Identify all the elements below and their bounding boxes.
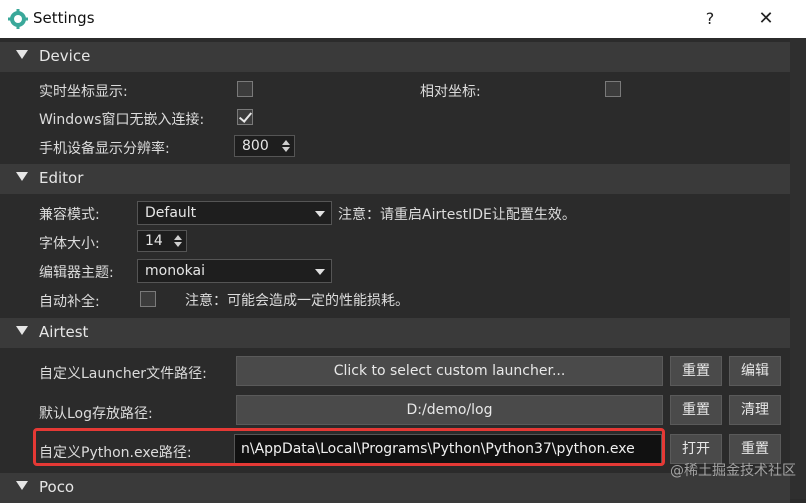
compat-mode-select[interactable]: Default [137, 201, 332, 225]
relative-coords-checkbox[interactable] [605, 81, 621, 97]
realtime-coords-label: 实时坐标显示: [39, 84, 128, 100]
select-launcher-button[interactable]: Click to select custom launcher... [236, 356, 663, 386]
resolution-spinbox[interactable]: 800 [234, 135, 295, 157]
windows-no-embed-checkbox[interactable] [237, 109, 253, 125]
theme-label: 编辑器主题: [39, 265, 114, 281]
spin-down-icon[interactable] [282, 147, 290, 152]
compat-mode-value: Default [145, 205, 197, 221]
font-size-label: 字体大小: [39, 236, 100, 252]
theme-select[interactable]: monokai [137, 259, 332, 283]
collapse-arrow-icon [16, 481, 28, 490]
collapse-arrow-icon [16, 172, 28, 181]
settings-gear-icon [8, 9, 28, 29]
chevron-down-icon [315, 269, 325, 275]
autocomplete-label: 自动补全: [39, 294, 100, 310]
log-reset-button[interactable]: 重置 [670, 395, 722, 425]
launcher-reset-button[interactable]: 重置 [670, 356, 722, 386]
relative-coords-label: 相对坐标: [420, 84, 481, 100]
section-title: Poco [39, 478, 75, 496]
title-bar: Settings ? ✕ [0, 0, 806, 38]
section-header-airtest[interactable]: Airtest [0, 318, 790, 348]
log-path-button[interactable]: D:/demo/log [236, 395, 663, 425]
collapse-arrow-icon [16, 326, 28, 335]
compat-note: 注意：请重启AirtestIDE让配置生效。 [338, 207, 576, 223]
section-title: Device [39, 47, 91, 65]
section-header-device[interactable]: Device [0, 42, 790, 72]
scrollbar[interactable] [790, 38, 806, 499]
chevron-down-icon [315, 211, 325, 217]
realtime-coords-checkbox[interactable] [237, 81, 253, 97]
font-size-spinbox[interactable]: 14 [137, 230, 187, 252]
autocomplete-note: 注意：可能会造成一定的性能损耗。 [185, 293, 409, 309]
section-title: Airtest [39, 323, 89, 341]
launcher-edit-button[interactable]: 编辑 [729, 356, 781, 386]
autocomplete-checkbox[interactable] [140, 291, 156, 307]
help-button[interactable]: ? [700, 6, 720, 32]
spin-up-icon[interactable] [282, 140, 290, 145]
compat-mode-label: 兼容模式: [39, 207, 100, 223]
spin-down-icon[interactable] [174, 242, 182, 247]
log-path-label: 默认Log存放路径: [39, 406, 153, 422]
collapse-arrow-icon [16, 50, 28, 59]
close-button[interactable]: ✕ [752, 6, 780, 32]
resolution-label: 手机设备显示分辨率: [39, 141, 170, 157]
resolution-value: 800 [242, 138, 269, 154]
highlight-box [33, 428, 665, 466]
section-title: Editor [39, 169, 84, 187]
window-title: Settings [33, 9, 95, 27]
watermark: @稀土掘金技术社区 [670, 463, 796, 479]
font-size-value: 14 [145, 233, 163, 249]
settings-content: Device 实时坐标显示: 相对坐标: Windows窗口无嵌入连接: 手机设… [0, 38, 806, 503]
windows-no-embed-label: Windows窗口无嵌入连接: [39, 112, 205, 128]
spin-up-icon[interactable] [174, 235, 182, 240]
log-clear-button[interactable]: 清理 [729, 395, 781, 425]
theme-value: monokai [145, 263, 205, 279]
section-header-editor[interactable]: Editor [0, 164, 790, 194]
launcher-label: 自定义Launcher文件路径: [39, 366, 207, 382]
